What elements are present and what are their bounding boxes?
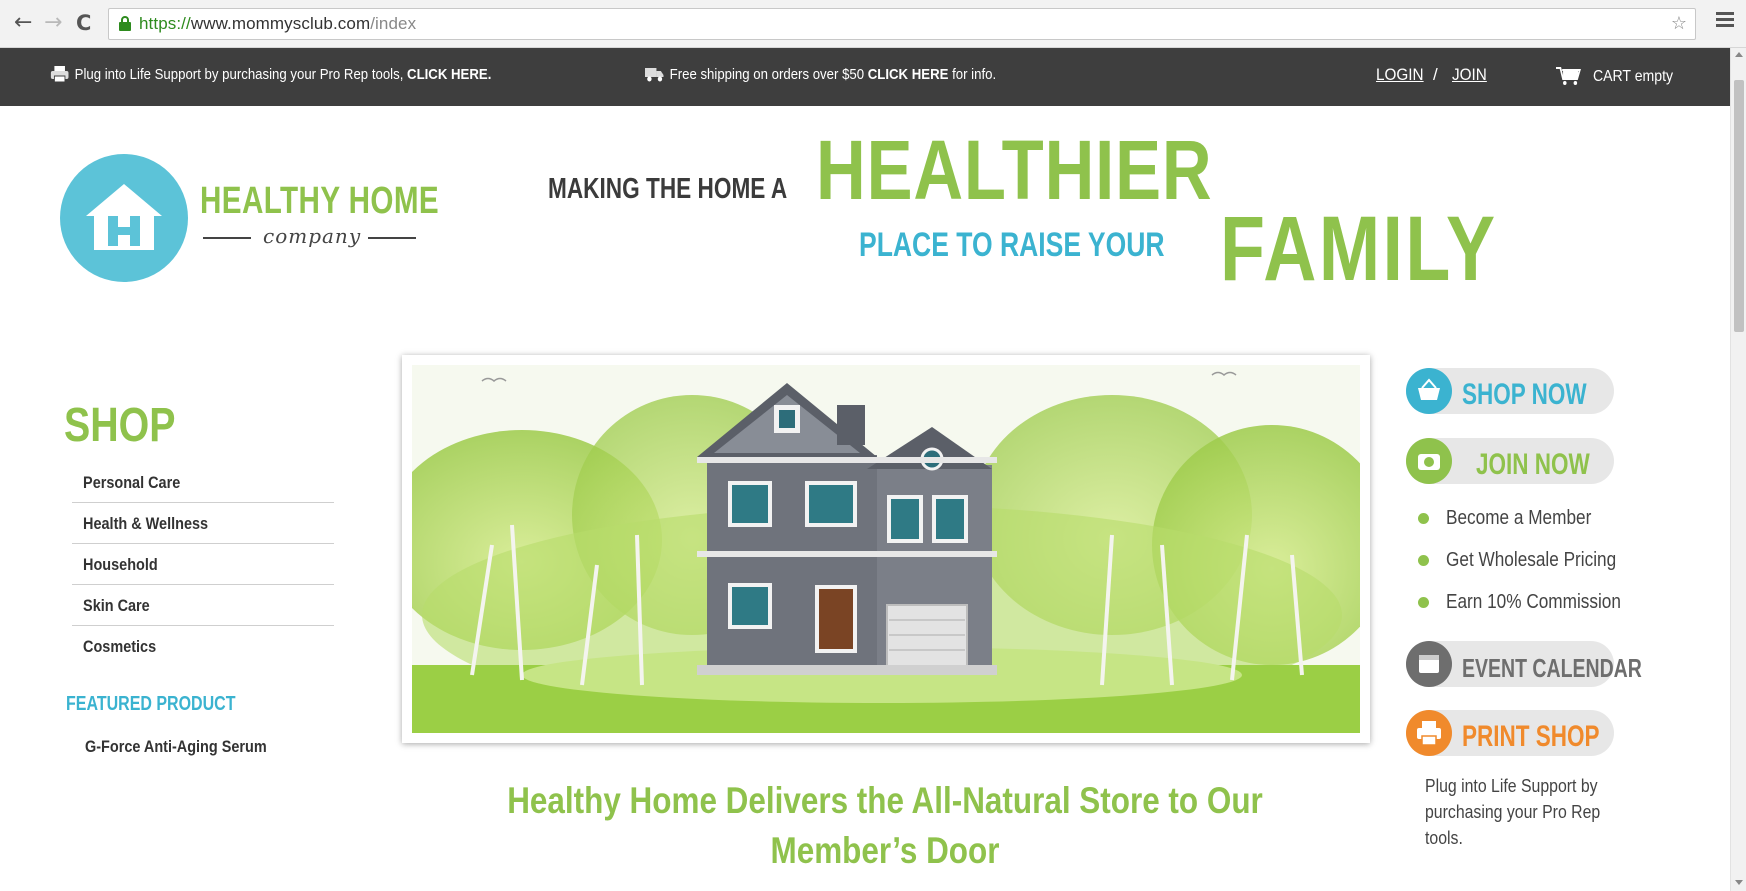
list-item: Personal Care xyxy=(72,462,334,503)
shop-now-button[interactable]: SHOP NOW xyxy=(1406,368,1614,414)
bookmark-star-icon[interactable]: ☆ xyxy=(1671,13,1687,34)
cart-link[interactable]: CART empty xyxy=(1556,66,1673,86)
menu-icon[interactable] xyxy=(1716,12,1734,28)
reload-icon[interactable]: C xyxy=(76,10,91,36)
list-item: Household xyxy=(72,544,334,585)
event-calendar-button[interactable]: EVENT CALENDAR xyxy=(1406,641,1642,687)
page-scrollbar[interactable] xyxy=(1730,48,1746,891)
promo1-link[interactable]: CLICK HERE. xyxy=(407,66,491,83)
category-health-wellness[interactable]: Health & Wellness xyxy=(72,503,295,534)
featured-product-heading: FEATURED PRODUCT xyxy=(66,693,236,715)
house-illustration xyxy=(412,365,1360,733)
login-link[interactable]: LOGIN xyxy=(1376,65,1424,85)
list-item: Earn 10% Commission xyxy=(1418,591,1649,633)
calendar-icon xyxy=(1406,641,1452,687)
browser-toolbar: ← → C https://www.mommysclub.com/index ☆ xyxy=(0,0,1746,48)
tagline-line2: PLACE TO RAISE YOUR xyxy=(859,226,1165,264)
printer-icon xyxy=(1406,710,1452,756)
featured-product-link[interactable]: G-Force Anti-Aging Serum xyxy=(85,737,267,757)
list-item: Become a Member xyxy=(1418,507,1649,549)
category-personal-care[interactable]: Personal Care xyxy=(72,462,295,493)
tagline-healthier: HEALTHIER xyxy=(816,123,1213,217)
shop-category-list: Personal Care Health & Wellness Househol… xyxy=(72,462,334,667)
list-item: Cosmetics xyxy=(72,626,334,667)
category-skin-care[interactable]: Skin Care xyxy=(72,585,295,616)
list-item: Skin Care xyxy=(72,585,334,626)
printer-icon xyxy=(50,66,69,82)
promo-free-shipping[interactable]: Free shipping on orders over $50 CLICK H… xyxy=(645,66,996,83)
promo2-link[interactable]: CLICK HERE xyxy=(868,66,949,83)
lock-icon xyxy=(119,16,131,31)
logo-subtitle: company xyxy=(263,224,362,248)
basket-icon xyxy=(1406,368,1452,414)
forward-icon[interactable]: → xyxy=(44,10,62,36)
member-benefits-list: Become a Member Get Wholesale Pricing Ea… xyxy=(1418,507,1649,633)
category-cosmetics[interactable]: Cosmetics xyxy=(72,626,295,657)
url-text[interactable]: https://www.mommysclub.com/index xyxy=(139,14,416,34)
top-promo-bar: Plug into Life Support by purchasing you… xyxy=(0,48,1730,106)
scroll-up-arrow-icon[interactable] xyxy=(1735,52,1743,57)
tagline-line1: MAKING THE HOME A xyxy=(548,173,788,205)
main-caption: Healthy Home Delivers the All-Natural St… xyxy=(507,780,1263,871)
truck-icon xyxy=(645,68,664,82)
print-shop-note: Plug into Life Support by purchasing you… xyxy=(1425,776,1601,848)
camera-icon xyxy=(1406,438,1452,484)
shop-heading: SHOP xyxy=(64,399,176,452)
promo-pro-rep[interactable]: Plug into Life Support by purchasing you… xyxy=(50,66,491,83)
back-icon[interactable]: ← xyxy=(14,10,32,36)
logo-house-icon[interactable] xyxy=(60,154,188,282)
list-item: Health & Wellness xyxy=(72,503,334,544)
cart-icon xyxy=(1556,67,1581,85)
list-item: Get Wholesale Pricing xyxy=(1418,549,1649,591)
logo-name: HEALTHY HOME xyxy=(200,180,440,222)
join-now-button[interactable]: JOIN NOW xyxy=(1406,438,1614,484)
scroll-thumb[interactable] xyxy=(1734,80,1744,332)
logo-divider xyxy=(368,237,416,239)
cart-status: CART empty xyxy=(1592,68,1674,85)
print-shop-button[interactable]: PRINT SHOP xyxy=(1406,710,1614,756)
tagline-family: FAMILY xyxy=(1220,198,1498,300)
logo-divider xyxy=(203,237,251,239)
hero-banner[interactable] xyxy=(402,355,1370,743)
login-separator: / xyxy=(1433,65,1438,84)
bullet-dot xyxy=(1418,513,1429,524)
join-link[interactable]: JOIN xyxy=(1452,65,1487,85)
bullet-dot xyxy=(1418,555,1429,566)
category-household[interactable]: Household xyxy=(72,544,295,575)
address-bar[interactable]: https://www.mommysclub.com/index ☆ xyxy=(108,8,1696,40)
scroll-down-arrow-icon[interactable] xyxy=(1735,880,1743,885)
bullet-dot xyxy=(1418,597,1429,608)
